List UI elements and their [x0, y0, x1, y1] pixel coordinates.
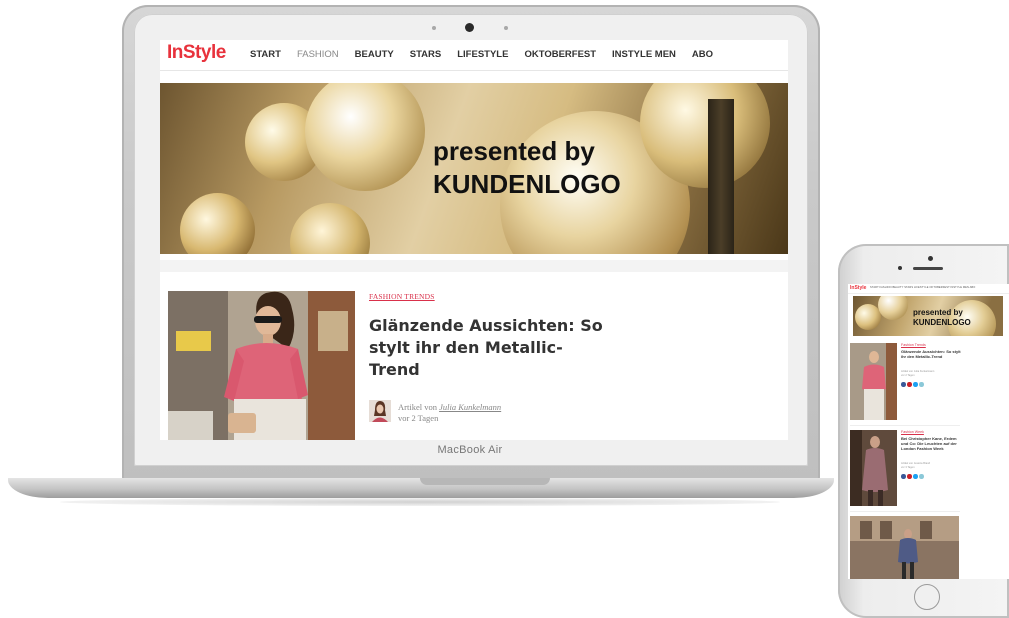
ornament-ball: [290, 203, 370, 254]
whatsapp-icon[interactable]: [919, 382, 924, 387]
webcam: [465, 23, 474, 32]
byline-prefix: Artikel von: [398, 402, 437, 412]
laptop-screen: InStyle START FASHION BEAUTY STARS LIFES…: [160, 40, 788, 440]
article-category[interactable]: FASHION TRENDS: [369, 292, 435, 301]
site-nav: InStyle START FASHION BEAUTY STARS LIFES…: [160, 40, 788, 71]
twitter-icon[interactable]: [913, 382, 918, 387]
phone-divider: [850, 425, 960, 426]
section-divider: [160, 260, 788, 272]
runway-photo: [850, 430, 897, 506]
phone-article-image[interactable]: [850, 343, 897, 420]
phone-camera: [928, 256, 933, 261]
hero-sponsor-text: presented by KUNDENLOGO: [433, 135, 621, 201]
phone-divider: [850, 511, 960, 512]
twitter-icon[interactable]: [913, 474, 918, 479]
avatar-photo: [369, 400, 391, 422]
sensor-dot: [432, 26, 436, 30]
phone-article-image[interactable]: [850, 430, 897, 506]
nav-item-beauty[interactable]: BEAUTY: [355, 49, 394, 60]
street-style-photo: [168, 291, 355, 440]
phone-article-image[interactable]: [850, 516, 959, 579]
street-photo: [850, 516, 959, 579]
facebook-icon[interactable]: [901, 382, 906, 387]
nav-item-start[interactable]: START: [250, 49, 281, 60]
phone-byline-author: Artikel von Julia Kunkelmann: [901, 370, 935, 373]
phone-hero-text: presented by KUNDENLOGO: [913, 308, 971, 328]
nav-item-fashion[interactable]: FASHION: [297, 49, 339, 60]
hero-banner[interactable]: presented by KUNDENLOGO: [160, 83, 788, 254]
phone-sensor: [898, 266, 902, 270]
phone-nav: InStyle START FASHION BEAUTY STARS LIFES…: [848, 284, 1009, 294]
phone-article-byline: Artikel von Jessica Brand vor 3 Tagen: [901, 462, 930, 469]
ornament-ball: [305, 83, 425, 191]
phone-byline-author: Artikel von Jessica Brand: [901, 462, 931, 465]
ornament-ball: [180, 193, 255, 254]
hero-line-2: KUNDENLOGO: [433, 169, 621, 199]
phone-byline-time: vor 3 Tagen: [901, 465, 915, 469]
sensor-dot: [504, 26, 508, 30]
nav-item-stars[interactable]: STARS: [410, 49, 442, 60]
instyle-logo[interactable]: InStyle: [167, 42, 226, 64]
ornament-ball: [855, 304, 881, 330]
phone-speaker: [913, 267, 943, 270]
nav-item-lifestyle[interactable]: LIFESTYLE: [457, 49, 508, 60]
phone-hero-line-2: KUNDENLOGO: [913, 318, 971, 327]
phone-nav-menu[interactable]: START FASHION BEAUTY STARS LIFESTYLE OKT…: [870, 286, 975, 289]
article-image[interactable]: [168, 291, 355, 440]
phone-article-byline: Artikel von Julia Kunkelmann vor 2 Tagen: [901, 370, 934, 377]
phone-byline-time: vor 2 Tagen: [901, 373, 915, 377]
macbook-label: MacBook Air: [437, 444, 503, 456]
article-byline: Artikel von Julia Kunkelmann vor 2 Tagen: [398, 402, 501, 424]
phone-instyle-logo[interactable]: InStyle: [850, 285, 866, 291]
pinterest-icon[interactable]: [907, 474, 912, 479]
ribbon: [708, 99, 734, 254]
phone-article-category[interactable]: Fashion Trends: [901, 343, 926, 347]
pinterest-icon[interactable]: [907, 382, 912, 387]
home-button[interactable]: [914, 584, 940, 610]
nav-item-abo[interactable]: ABO: [692, 49, 713, 60]
article-headline[interactable]: Glänzende Aussichten: So stylt ihr den M…: [369, 315, 609, 381]
nav-menu: START FASHION BEAUTY STARS LIFESTYLE OKT…: [250, 49, 713, 60]
phone-article-category[interactable]: Fashion Week: [901, 430, 924, 434]
hero-line-1: presented by: [433, 136, 595, 166]
article-time: vor 2 Tagen: [398, 413, 439, 423]
nav-item-instyle-men[interactable]: INSTYLE MEN: [612, 49, 676, 60]
phone-article-headline[interactable]: Glänzende Aussichten: So stylt ihr den M…: [901, 349, 961, 359]
phone-hero-banner[interactable]: presented by KUNDENLOGO: [853, 296, 1003, 336]
phone-share-icons: [901, 382, 924, 387]
phone-article-headline[interactable]: Bei Christopher Kane, Erdem und Co: Die …: [901, 436, 961, 451]
laptop-shadow: [60, 498, 780, 506]
phone-share-icons: [901, 474, 924, 479]
nav-item-oktoberfest[interactable]: OKTOBERFEST: [524, 49, 596, 60]
phone-screen: InStyle START FASHION BEAUTY STARS LIFES…: [848, 284, 1009, 579]
laptop-notch: [420, 478, 550, 485]
whatsapp-icon[interactable]: [919, 474, 924, 479]
ornament-ball: [878, 296, 908, 320]
street-style-photo: [850, 343, 897, 420]
facebook-icon[interactable]: [901, 474, 906, 479]
author-avatar: [369, 400, 391, 422]
author-link[interactable]: Julia Kunkelmann: [439, 402, 501, 412]
phone-hero-line-1: presented by: [913, 308, 963, 317]
